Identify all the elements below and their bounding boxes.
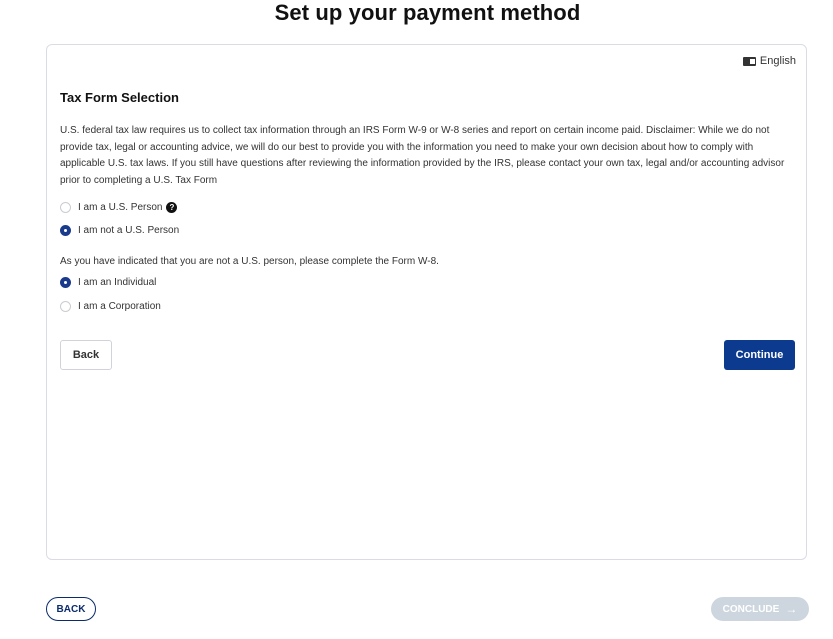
- w8-notice: As you have indicated that you are not a…: [60, 256, 439, 267]
- radio-button[interactable]: [60, 225, 71, 236]
- radio-label: I am not a U.S. Person: [78, 225, 180, 236]
- language-card-icon: [742, 56, 756, 66]
- arrow-right-icon: →: [785, 602, 798, 616]
- radio-corporation[interactable]: I am a Corporation: [60, 301, 161, 312]
- radio-button[interactable]: [60, 277, 71, 288]
- conclude-button[interactable]: CONCLUDE →: [711, 597, 809, 621]
- conclude-label: CONCLUDE: [722, 603, 780, 615]
- section-title: Tax Form Selection: [60, 90, 179, 105]
- radio-label: I am a U.S. Person: [78, 202, 163, 213]
- radio-label: I am a Corporation: [78, 301, 161, 312]
- radio-label: I am an Individual: [78, 277, 157, 288]
- page-title: Set up your payment method: [274, 0, 581, 25]
- language-label: English: [759, 55, 796, 67]
- footer-back-button[interactable]: BACK: [46, 597, 96, 621]
- help-icon[interactable]: ?: [166, 202, 178, 213]
- tax-form-card: English Tax Form Selection U.S. federal …: [46, 44, 807, 560]
- disclaimer-text: U.S. federal tax law requires us to coll…: [60, 125, 785, 186]
- language-selector[interactable]: English: [742, 55, 796, 67]
- radio-us-person[interactable]: I am a U.S. Person ?: [60, 202, 178, 213]
- radio-not-us-person[interactable]: I am not a U.S. Person: [60, 225, 179, 236]
- radio-button[interactable]: [60, 301, 71, 312]
- back-button[interactable]: Back: [60, 340, 112, 370]
- radio-button[interactable]: [60, 202, 71, 213]
- radio-individual[interactable]: I am an Individual: [60, 277, 156, 288]
- continue-button[interactable]: Continue: [724, 340, 795, 370]
